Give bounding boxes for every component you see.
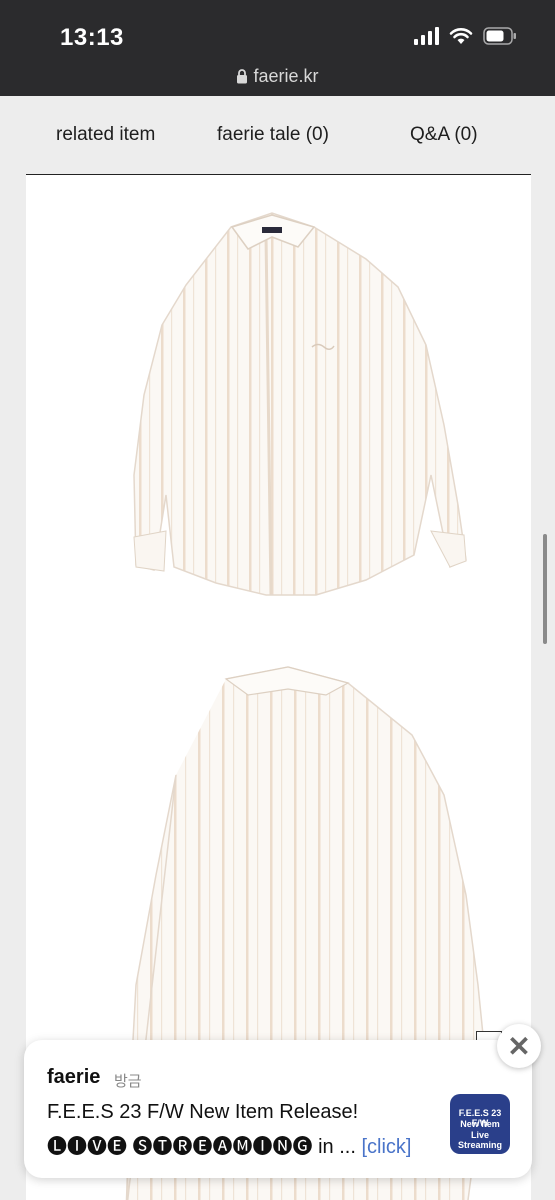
notification-thumbnail: F.E.E.S 23 F/W New Item Live Streaming [450, 1094, 510, 1154]
notification-sender: faerie [47, 1066, 101, 1088]
thumbnail-line-3: Live Streaming [457, 1130, 502, 1150]
push-notification[interactable]: faerie 방금 F.E.E.S 23 F/W New Item Releas… [24, 1040, 532, 1178]
notification-body-text: 🅛🅘🅥🅔 🅢🅣🅡🅔🅐🅜🅘🅝🅖 in ... [47, 1136, 356, 1158]
wifi-icon [449, 27, 473, 45]
thumbnail-line-2: New Item [460, 1119, 500, 1129]
tab-related-item[interactable]: related item [56, 124, 155, 146]
tab-faerie-tale[interactable]: faerie tale (0) [217, 124, 329, 146]
battery-icon [483, 27, 517, 45]
notification-time: 방금 [114, 1073, 142, 1090]
status-bar: 13:13 faerie.kr [0, 0, 555, 96]
close-icon: ✕ [507, 1030, 531, 1062]
cellular-signal-icon [414, 27, 439, 45]
notification-body: 🅛🅘🅥🅔 🅢🅣🅡🅔🅐🅜🅘🅝🅖 in ... [click] [47, 1130, 411, 1159]
notification-title: F.E.E.S 23 F/W New Item Release! [47, 1101, 359, 1123]
tab-qa[interactable]: Q&A (0) [410, 124, 478, 146]
lock-icon [236, 68, 248, 89]
product-tabs: related item faerie tale (0) Q&A (0) [0, 96, 555, 174]
product-page: related item faerie tale (0) Q&A (0) [0, 96, 555, 1200]
address-bar[interactable]: faerie.kr [0, 66, 555, 89]
product-photo-front [26, 175, 531, 645]
notification-click-link[interactable]: [click] [361, 1136, 411, 1158]
status-icons [414, 27, 517, 45]
url-text: faerie.kr [253, 66, 319, 86]
notification-close-button[interactable]: ✕ [497, 1024, 541, 1068]
status-time: 13:13 [60, 24, 124, 51]
scrollbar[interactable] [543, 534, 547, 644]
